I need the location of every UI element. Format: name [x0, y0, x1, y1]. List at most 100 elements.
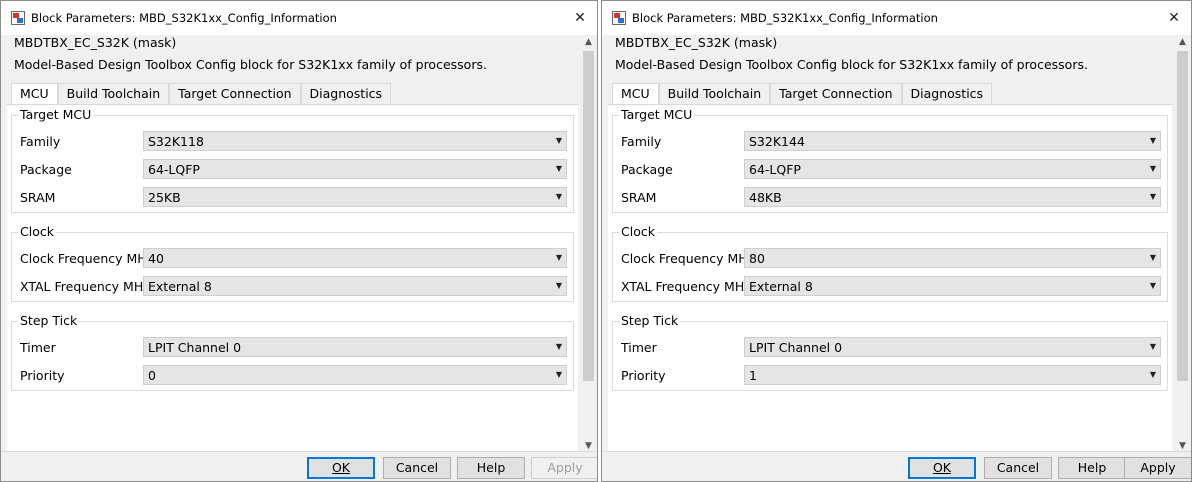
title-bar[interactable]: Block Parameters: MBD_S32K1xx_Config_Inf…	[1, 1, 597, 35]
tab-diagnostics[interactable]: Diagnostics	[300, 83, 392, 105]
priority-value: 1	[749, 368, 757, 383]
dialog-footer: OK Cancel Help Apply	[1, 451, 597, 481]
sram-row: SRAM 25KB ▼	[12, 187, 573, 209]
dialog-content: MBDTBX_EC_S32K (mask) Model-Based Design…	[602, 35, 1174, 453]
group-title-target-mcu: Target MCU	[18, 107, 94, 122]
mask-title: MBDTBX_EC_S32K (mask)	[14, 35, 177, 50]
cancel-button-label: Cancel	[996, 460, 1040, 475]
mcu-tab-panel: Target MCU Family S32K144 ▼ Package 64-L…	[608, 104, 1172, 453]
priority-select[interactable]: 0 ▼	[143, 365, 567, 385]
help-button-label: Help	[1077, 460, 1107, 475]
package-select[interactable]: 64-LQFP ▼	[744, 159, 1161, 179]
chevron-down-icon: ▼	[555, 164, 562, 173]
timer-select[interactable]: LPIT Channel 0 ▼	[143, 337, 567, 357]
help-button-label: Help	[476, 460, 506, 475]
block-parameters-dialog-left: Block Parameters: MBD_S32K1xx_Config_Inf…	[0, 0, 598, 482]
timer-value: LPIT Channel 0	[148, 340, 242, 355]
tab-target-connection[interactable]: Target Connection	[169, 83, 301, 105]
chevron-up-icon[interactable]: ▲	[1174, 35, 1191, 49]
tab-mcu[interactable]: MCU	[612, 83, 659, 105]
priority-label: Priority	[20, 368, 65, 383]
dialog-content: MBDTBX_EC_S32K (mask) Model-Based Design…	[1, 35, 580, 453]
package-row: Package 64-LQFP ▼	[613, 159, 1167, 181]
tab-build-toolchain[interactable]: Build Toolchain	[57, 83, 170, 105]
xtal-frequency-row: XTAL Frequency MHz External 8 ▼	[12, 276, 573, 298]
apply-button-label: Apply	[1140, 460, 1176, 475]
sram-value: 48KB	[749, 190, 782, 205]
step-tick-group: Step Tick Timer LPIT Channel 0 ▼ Priorit…	[612, 313, 1168, 391]
package-value: 64-LQFP	[749, 162, 801, 177]
tab-diagnostics[interactable]: Diagnostics	[901, 83, 993, 105]
group-title-step-tick: Step Tick	[619, 313, 681, 328]
family-select[interactable]: S32K144 ▼	[744, 131, 1161, 151]
ok-button[interactable]: OK	[908, 457, 976, 479]
chevron-down-icon: ▼	[1149, 192, 1156, 201]
scroll-thumb[interactable]	[1177, 51, 1188, 381]
package-row: Package 64-LQFP ▼	[12, 159, 573, 181]
mcu-tab-panel: Target MCU Family S32K118 ▼ Package 64-L…	[7, 104, 578, 453]
priority-row: Priority 0 ▼	[12, 365, 573, 387]
priority-value: 0	[148, 368, 156, 383]
target-mcu-group: Target MCU Family S32K144 ▼ Package 64-L…	[612, 107, 1168, 213]
apply-button[interactable]: Apply	[531, 457, 597, 479]
clock-frequency-select[interactable]: 40 ▼	[143, 248, 567, 268]
cancel-button[interactable]: Cancel	[984, 457, 1052, 479]
cancel-button[interactable]: Cancel	[383, 457, 451, 479]
priority-select[interactable]: 1 ▼	[744, 365, 1161, 385]
chevron-down-icon: ▼	[1149, 342, 1156, 351]
clock-frequency-row: Clock Frequency MHz 40 ▼	[12, 248, 573, 270]
timer-label: Timer	[20, 340, 56, 355]
scroll-thumb[interactable]	[583, 51, 594, 381]
cancel-button-label: Cancel	[395, 460, 439, 475]
xtal-frequency-value: External 8	[749, 279, 813, 294]
chevron-down-icon: ▼	[1149, 281, 1156, 290]
close-icon[interactable]: ✕	[1163, 7, 1185, 29]
xtal-frequency-select[interactable]: External 8 ▼	[744, 276, 1161, 296]
vertical-scrollbar[interactable]: ▲ ▼	[1174, 35, 1191, 453]
clock-frequency-select[interactable]: 80 ▼	[744, 248, 1161, 268]
chevron-down-icon: ▼	[555, 192, 562, 201]
package-label: Package	[621, 162, 673, 177]
family-value: S32K144	[749, 134, 805, 149]
apply-button[interactable]: Apply	[1124, 457, 1191, 479]
step-tick-group: Step Tick Timer LPIT Channel 0 ▼ Priorit…	[11, 313, 574, 391]
timer-select[interactable]: LPIT Channel 0 ▼	[744, 337, 1161, 357]
mask-description: Model-Based Design Toolbox Config block …	[14, 57, 487, 72]
close-icon[interactable]: ✕	[569, 7, 591, 29]
mask-description: Model-Based Design Toolbox Config block …	[615, 57, 1088, 72]
chevron-down-icon: ▼	[555, 342, 562, 351]
chevron-down-icon: ▼	[555, 136, 562, 145]
xtal-frequency-label: XTAL Frequency MHz	[621, 279, 751, 294]
tab-target-connection[interactable]: Target Connection	[770, 83, 902, 105]
clock-frequency-row: Clock Frequency MHz 80 ▼	[613, 248, 1167, 270]
group-title-step-tick: Step Tick	[18, 313, 80, 328]
help-button[interactable]: Help	[1058, 457, 1126, 479]
family-select[interactable]: S32K118 ▼	[143, 131, 567, 151]
title-bar[interactable]: Block Parameters: MBD_S32K1xx_Config_Inf…	[602, 1, 1191, 35]
clock-group: Clock Clock Frequency MHz 40 ▼ XTAL Freq…	[11, 224, 574, 302]
family-label: Family	[621, 134, 662, 149]
tab-bar: MCU Build Toolchain Target Connection Di…	[612, 83, 993, 105]
sram-select[interactable]: 25KB ▼	[143, 187, 567, 207]
sram-value: 25KB	[148, 190, 181, 205]
window-title: Block Parameters: MBD_S32K1xx_Config_Inf…	[632, 11, 938, 25]
mask-title: MBDTBX_EC_S32K (mask)	[615, 35, 778, 50]
apply-button-label: Apply	[547, 460, 583, 475]
chevron-up-icon[interactable]: ▲	[580, 35, 597, 49]
timer-row: Timer LPIT Channel 0 ▼	[613, 337, 1167, 359]
ok-button[interactable]: OK	[307, 457, 375, 479]
clock-frequency-value: 80	[749, 251, 765, 266]
group-title-clock: Clock	[18, 224, 56, 239]
package-label: Package	[20, 162, 72, 177]
priority-label: Priority	[621, 368, 666, 383]
tab-mcu[interactable]: MCU	[11, 83, 58, 105]
clock-frequency-value: 40	[148, 251, 164, 266]
sram-select[interactable]: 48KB ▼	[744, 187, 1161, 207]
vertical-scrollbar[interactable]: ▲ ▼	[580, 35, 597, 453]
chevron-down-icon: ▼	[1149, 164, 1156, 173]
family-row: Family S32K144 ▼	[613, 131, 1167, 153]
xtal-frequency-select[interactable]: External 8 ▼	[143, 276, 567, 296]
tab-build-toolchain[interactable]: Build Toolchain	[658, 83, 771, 105]
package-select[interactable]: 64-LQFP ▼	[143, 159, 567, 179]
help-button[interactable]: Help	[457, 457, 525, 479]
